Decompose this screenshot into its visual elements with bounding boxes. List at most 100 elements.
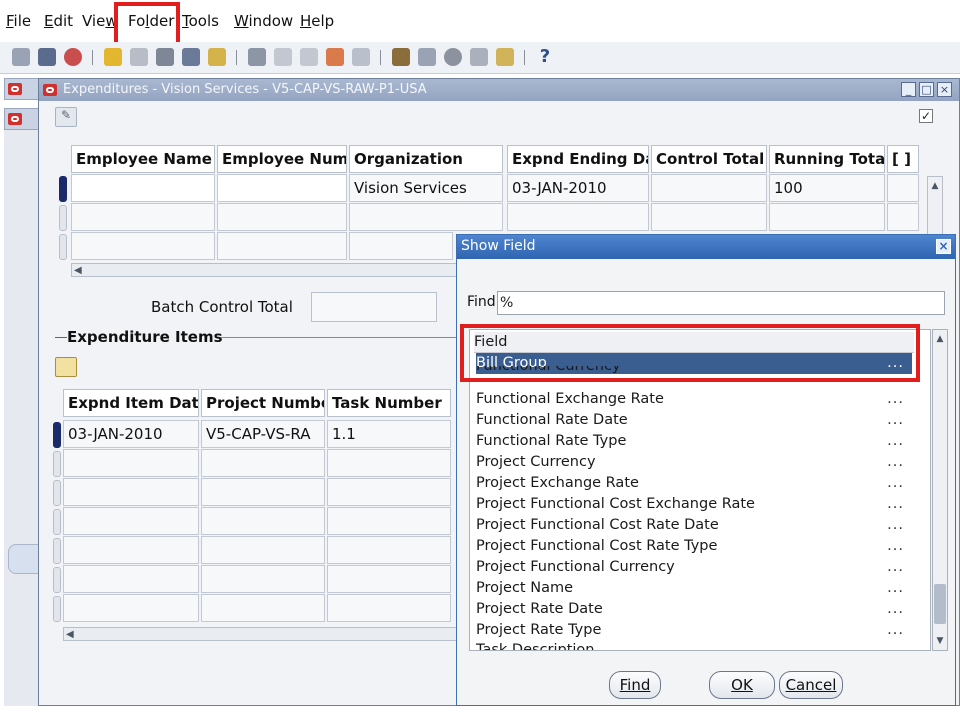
- list-item[interactable]: Project Functional Cost Rate Type ...: [476, 536, 912, 557]
- cell-running-total[interactable]: [769, 203, 885, 231]
- switch-responsibility-icon[interactable]: [156, 48, 174, 66]
- cancel-button[interactable]: Cancel: [779, 671, 843, 699]
- cut-icon[interactable]: [248, 48, 266, 66]
- row-marker[interactable]: [59, 205, 67, 231]
- dialog-title-bar[interactable]: Show Field ×: [457, 235, 955, 259]
- scroll-thumb[interactable]: [934, 584, 946, 624]
- cell-employee-number[interactable]: [217, 203, 347, 231]
- list-item[interactable]: Project Rate Date ...: [476, 599, 912, 620]
- edit-field-icon[interactable]: [392, 48, 410, 66]
- row-marker[interactable]: [53, 480, 61, 506]
- menu-window[interactable]: Window: [234, 12, 293, 30]
- header-horizontal-scrollbar[interactable]: ◀: [71, 263, 457, 277]
- cell-employee-name[interactable]: [71, 232, 215, 260]
- cell-expnd-item-date[interactable]: [63, 536, 199, 564]
- cell-extra[interactable]: [887, 174, 919, 202]
- cell-task-number[interactable]: [327, 594, 451, 622]
- cell-organization[interactable]: [349, 232, 453, 260]
- list-item[interactable]: Functional Rate Date ...: [476, 410, 912, 431]
- row-marker[interactable]: [53, 567, 61, 593]
- row-marker[interactable]: [53, 596, 61, 622]
- cell-task-number[interactable]: [327, 565, 451, 593]
- find-button[interactable]: Find: [609, 671, 661, 699]
- list-item[interactable]: Project Name ...: [476, 578, 912, 599]
- paste-icon[interactable]: [300, 48, 318, 66]
- menu-file[interactable]: File: [6, 12, 31, 30]
- cell-employee-number[interactable]: [217, 174, 347, 202]
- scroll-up-arrow-icon[interactable]: ▲: [934, 332, 946, 346]
- background-window-2[interactable]: [4, 108, 40, 130]
- cell-project-number[interactable]: [201, 536, 325, 564]
- list-item[interactable]: Project Currency ...: [476, 452, 912, 473]
- cell-expnd-item-date[interactable]: [63, 565, 199, 593]
- close-form-icon[interactable]: [208, 48, 226, 66]
- row-marker[interactable]: [59, 234, 67, 260]
- cell-expnd-item-date[interactable]: [63, 449, 199, 477]
- folder-open-icon[interactable]: [55, 357, 77, 377]
- folder-tools-icon[interactable]: [496, 48, 514, 66]
- cell-project-number[interactable]: V5-CAP-VS-RA: [201, 420, 325, 448]
- row-marker[interactable]: [53, 451, 61, 477]
- cell-control-total[interactable]: [651, 174, 767, 202]
- cell-employee-name[interactable]: [71, 203, 215, 231]
- cell-expnd-ending-date[interactable]: 03-JAN-2010: [507, 174, 649, 202]
- find-input[interactable]: %: [497, 291, 945, 315]
- cell-employee-name[interactable]: [71, 174, 215, 202]
- cell-project-number[interactable]: [201, 449, 325, 477]
- zoom-icon[interactable]: [64, 48, 82, 66]
- folder-open-icon[interactable]: ✎: [55, 107, 77, 127]
- cell-control-total[interactable]: [651, 203, 767, 231]
- menu-edit[interactable]: Edit: [44, 12, 73, 30]
- list-item[interactable]: Project Functional Currency ...: [476, 557, 912, 578]
- ok-button[interactable]: OK: [709, 671, 775, 699]
- cell-expnd-item-date[interactable]: [63, 478, 199, 506]
- new-record-icon[interactable]: [12, 48, 30, 66]
- maximize-button[interactable]: □: [919, 82, 934, 97]
- cell-task-number[interactable]: [327, 507, 451, 535]
- cell-task-number[interactable]: 1.1: [327, 420, 451, 448]
- background-button[interactable]: [8, 544, 40, 574]
- cell-employee-number[interactable]: [217, 232, 347, 260]
- cell-organization[interactable]: [349, 203, 503, 231]
- list-item[interactable]: Task Description: [476, 640, 912, 650]
- row-marker-active[interactable]: [59, 176, 67, 202]
- close-button[interactable]: ×: [937, 82, 952, 97]
- batch-control-total-field[interactable]: [311, 292, 437, 322]
- menu-view[interactable]: View: [82, 12, 118, 30]
- translations-icon[interactable]: [444, 48, 462, 66]
- list-vertical-scrollbar[interactable]: ▲ ▼: [932, 329, 948, 651]
- cell-organization[interactable]: Vision Services: [349, 174, 503, 202]
- scroll-up-arrow-icon[interactable]: ▲: [929, 179, 941, 193]
- col-folder-toggle[interactable]: [ ]: [887, 145, 919, 173]
- cell-expnd-item-date[interactable]: [63, 594, 199, 622]
- cell-expnd-item-date[interactable]: [63, 507, 199, 535]
- list-item[interactable]: Project Functional Cost Rate Date ...: [476, 515, 912, 536]
- print-icon[interactable]: [182, 48, 200, 66]
- copy-icon[interactable]: [274, 48, 292, 66]
- save-icon[interactable]: [104, 48, 122, 66]
- cell-project-number[interactable]: [201, 478, 325, 506]
- cell-task-number[interactable]: [327, 478, 451, 506]
- scroll-left-arrow-icon[interactable]: ◀: [74, 265, 82, 276]
- cell-extra[interactable]: [887, 203, 919, 231]
- cell-project-number[interactable]: [201, 594, 325, 622]
- row-marker[interactable]: [53, 509, 61, 535]
- row-marker[interactable]: [53, 538, 61, 564]
- window-title-bar[interactable]: Expenditures - Vision Services - V5-CAP-…: [39, 79, 959, 101]
- zoom-window-icon[interactable]: [418, 48, 436, 66]
- cell-expnd-ending-date[interactable]: [507, 203, 649, 231]
- clear-record-icon[interactable]: [326, 48, 344, 66]
- scroll-left-arrow-icon[interactable]: ◀: [66, 629, 74, 640]
- items-horizontal-scrollbar[interactable]: ◀: [63, 627, 457, 641]
- list-item[interactable]: Project Exchange Rate ...: [476, 473, 912, 494]
- checkbox-icon[interactable]: ✓: [919, 109, 933, 123]
- list-item[interactable]: Project Functional Cost Exchange Rate ..…: [476, 494, 912, 515]
- list-item[interactable]: Project Rate Type ...: [476, 620, 912, 641]
- list-item[interactable]: Functional Rate Type ...: [476, 431, 912, 452]
- help-icon[interactable]: ?: [536, 48, 554, 66]
- cell-task-number[interactable]: [327, 536, 451, 564]
- minimize-button[interactable]: _: [901, 82, 916, 97]
- navigator-icon[interactable]: [38, 48, 56, 66]
- background-window-1[interactable]: [4, 78, 40, 100]
- cell-task-number[interactable]: [327, 449, 451, 477]
